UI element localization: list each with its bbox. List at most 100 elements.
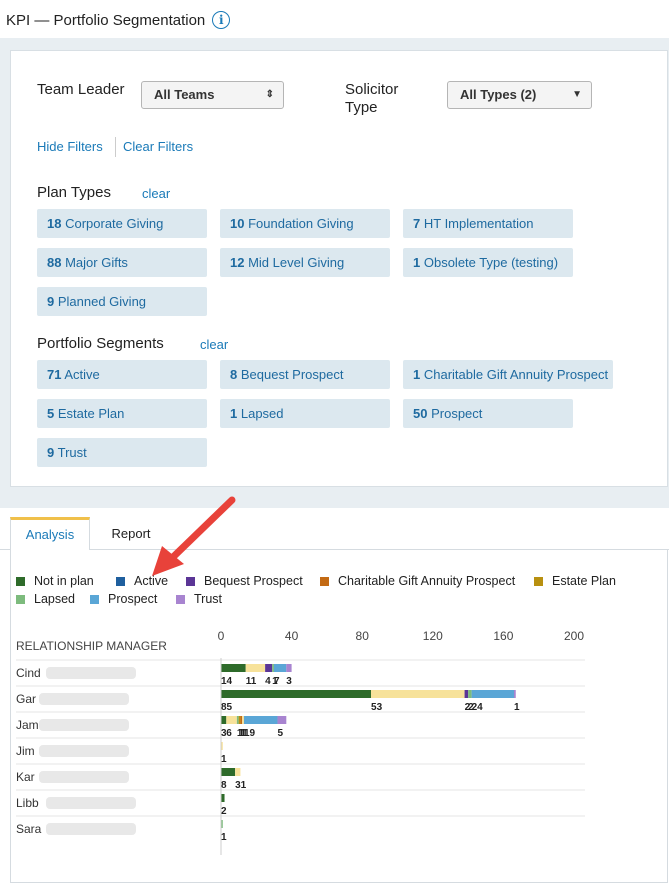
bar-segment[interactable] xyxy=(238,716,241,724)
bar-segment[interactable] xyxy=(286,664,292,672)
chip-label: Bequest Prospect xyxy=(240,367,344,382)
bar-segment[interactable] xyxy=(243,716,278,724)
chip-label: Lapsed xyxy=(240,406,284,421)
bar-segment[interactable] xyxy=(242,716,244,724)
bar-value-label: 6 xyxy=(226,728,232,739)
chip-count: 1 xyxy=(230,406,238,421)
plan-type-chip[interactable]: 9 Planned Giving xyxy=(37,287,207,316)
legend-label: Trust xyxy=(194,592,223,606)
bar-segment[interactable] xyxy=(226,716,237,724)
legend-item[interactable]: Estate Plan xyxy=(534,574,616,588)
legend-item[interactable]: Not in plan xyxy=(16,574,94,588)
team-leader-select[interactable]: All Teams ⇕ xyxy=(141,81,284,109)
legend-swatch xyxy=(176,594,185,604)
legend-item[interactable]: Charitable Gift Annuity Prospect xyxy=(320,574,515,588)
manager-name: Cind xyxy=(16,666,41,680)
segments-clear-link[interactable]: clear xyxy=(200,337,228,352)
bar-segment[interactable] xyxy=(471,690,514,698)
segment-chip[interactable]: 50 Prospect xyxy=(403,399,573,428)
bar-segment[interactable] xyxy=(235,768,241,776)
segment-chip[interactable]: 8 Bequest Prospect xyxy=(220,360,390,389)
bar-segment[interactable] xyxy=(277,716,287,724)
bar-value-label: 19 xyxy=(244,728,256,739)
legend-label: Charitable Gift Annuity Prospect xyxy=(338,574,516,588)
bar-value-label: 31 xyxy=(235,780,247,791)
bar-value-label: 11 xyxy=(246,676,257,687)
bar-segment[interactable] xyxy=(221,794,225,802)
bar-segment[interactable] xyxy=(236,716,239,724)
chart-rows: Cind14 11 4 17 3Gar85 53 2224 1Jam3 6 111119 5Jim1… xyxy=(16,659,585,843)
chevron-down-icon: ▼ xyxy=(572,89,582,100)
legend-swatch xyxy=(320,576,329,586)
clear-filters-link[interactable]: Clear Filters xyxy=(123,139,193,154)
bar-segment[interactable] xyxy=(265,664,273,672)
team-leader-label: Team Leader xyxy=(37,81,125,98)
plan-type-chip[interactable]: 18 Corporate Giving xyxy=(37,209,207,238)
redacted-name xyxy=(46,797,136,809)
plan-type-chip[interactable]: 12 Mid Level Giving xyxy=(220,248,390,277)
bar-value-label: 5 xyxy=(277,728,283,739)
chip-count: 9 xyxy=(47,445,55,460)
bar-value-label: 3 xyxy=(286,676,292,687)
segment-chip[interactable]: 71 Active xyxy=(37,360,207,389)
chip-label: Mid Level Giving xyxy=(248,255,345,270)
legend-swatch xyxy=(534,576,543,586)
legend-swatch xyxy=(116,576,125,586)
red-arrow-annotation xyxy=(152,496,236,576)
bar-segment[interactable] xyxy=(221,664,246,672)
tab-analysis[interactable]: Analysis xyxy=(10,517,90,551)
bar-segment[interactable] xyxy=(221,690,372,698)
legend-label: Not in plan xyxy=(34,574,94,588)
redacted-name xyxy=(39,693,129,705)
chip-count: 71 xyxy=(47,367,62,382)
x-tick-label: 120 xyxy=(423,629,443,643)
bar-value-label: 7 xyxy=(274,676,280,687)
segment-chip[interactable]: 5 Estate Plan xyxy=(37,399,207,428)
manager-name: Jim xyxy=(16,744,35,758)
solicitor-type-select[interactable]: All Types (2) ▼ xyxy=(447,81,592,109)
page-title: KPI — Portfolio Segmentation i xyxy=(6,11,231,29)
bar-segment[interactable] xyxy=(272,664,274,672)
bar-value-label: 4 xyxy=(265,676,271,687)
bar-segment[interactable] xyxy=(245,664,266,672)
link-divider xyxy=(115,137,116,157)
segment-chip[interactable]: 1 Charitable Gift Annuity Prospect xyxy=(403,360,613,389)
legend-item[interactable]: Lapsed xyxy=(16,592,75,606)
x-tick-label: 160 xyxy=(493,629,513,643)
solicitor-type-value: All Types (2) xyxy=(460,87,537,102)
redacted-name xyxy=(39,771,129,783)
x-tick-label: 0 xyxy=(218,629,225,643)
bar-segment[interactable] xyxy=(468,690,472,698)
legend-label: Estate Plan xyxy=(552,574,616,588)
plan-type-chip[interactable]: 1 Obsolete Type (testing) xyxy=(403,248,573,277)
bar-segment[interactable] xyxy=(240,716,243,724)
plan-type-chip[interactable]: 7 HT Implementation xyxy=(403,209,573,238)
portfolio-bar-chart: RELATIONSHIP MANAGER 0 40 80 120 160 200 Cind… xyxy=(16,629,585,855)
legend-item[interactable]: Prospect xyxy=(90,592,157,606)
bar-segment[interactable] xyxy=(221,768,236,776)
plan-types-clear-link[interactable]: clear xyxy=(142,186,170,201)
bar-segment[interactable] xyxy=(273,664,287,672)
segment-chip[interactable]: 9 Trust xyxy=(37,438,207,467)
info-icon[interactable]: i xyxy=(212,11,231,29)
chip-label: Obsolete Type (testing) xyxy=(423,255,559,270)
legend-swatch xyxy=(90,594,99,604)
bar-segment[interactable] xyxy=(464,690,469,698)
bar-segment[interactable] xyxy=(221,716,227,724)
chip-count: 50 xyxy=(413,406,428,421)
chip-count: 12 xyxy=(230,255,245,270)
chip-count: 8 xyxy=(230,367,238,382)
bar-segment[interactable] xyxy=(371,690,465,698)
plan-type-chip[interactable]: 88 Major Gifts xyxy=(37,248,207,277)
chip-count: 1 xyxy=(413,255,421,270)
bar-segment[interactable] xyxy=(513,690,516,698)
hide-filters-link[interactable]: Hide Filters xyxy=(37,139,103,154)
chip-label: Trust xyxy=(57,445,87,460)
bar-value-label: 8 xyxy=(221,780,227,791)
legend-item[interactable]: Trust xyxy=(176,592,222,606)
segment-chip[interactable]: 1 Lapsed xyxy=(220,399,390,428)
chip-label: Prospect xyxy=(431,406,483,421)
plan-type-chip[interactable]: 10 Foundation Giving xyxy=(220,209,390,238)
manager-name: Sara xyxy=(16,822,42,836)
chip-count: 10 xyxy=(230,216,245,231)
